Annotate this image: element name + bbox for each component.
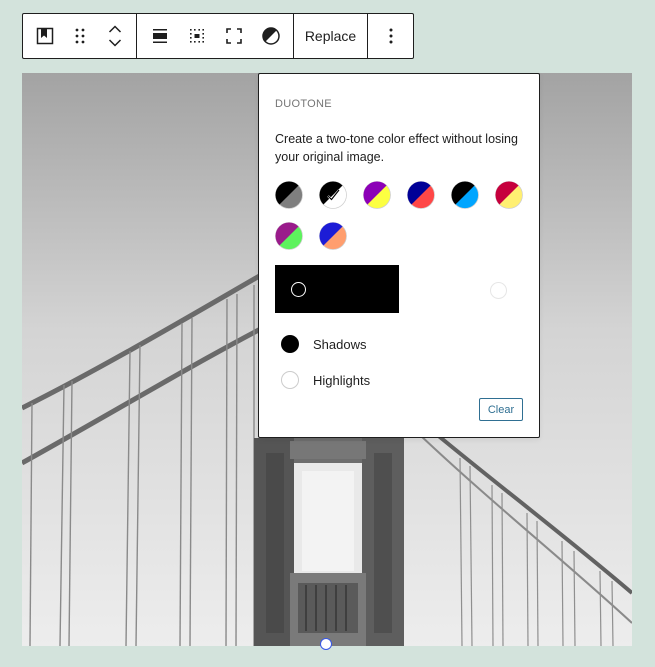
highlights-color-dot xyxy=(281,371,299,389)
toolbar-group-options xyxy=(367,14,413,58)
block-type-button[interactable] xyxy=(29,18,61,54)
duotone-swatch[interactable] xyxy=(275,181,303,209)
align-icon xyxy=(152,29,167,43)
highlight-stop-handle[interactable] xyxy=(490,282,507,299)
duotone-swatch[interactable] xyxy=(495,181,523,209)
move-buttons[interactable] xyxy=(99,18,131,54)
toolbar-group-replace: Replace xyxy=(293,14,367,58)
duotone-swatch-list xyxy=(275,181,527,250)
duotone-swatch[interactable] xyxy=(451,181,479,209)
width-icon xyxy=(189,29,204,43)
bookmark-icon xyxy=(36,27,53,45)
toolbar-group-block xyxy=(23,14,136,58)
fullscreen-icon xyxy=(225,28,242,44)
duotone-picker xyxy=(275,265,525,313)
popover-title: DUOTONE xyxy=(275,98,332,110)
shadows-color-dot xyxy=(281,335,299,353)
duotone-swatch[interactable] xyxy=(363,181,391,209)
duotone-swatch[interactable] xyxy=(275,222,303,250)
clear-button[interactable]: Clear xyxy=(479,398,523,421)
resize-handle[interactable] xyxy=(320,638,332,650)
shadows-label: Shadows xyxy=(313,336,367,352)
width-button[interactable] xyxy=(181,18,213,54)
drag-handle-button[interactable] xyxy=(64,18,96,54)
duotone-button[interactable] xyxy=(255,18,287,54)
duotone-swatch[interactable] xyxy=(407,181,435,209)
align-button[interactable] xyxy=(144,18,176,54)
duotone-swatch[interactable] xyxy=(319,181,347,209)
duotone-icon xyxy=(261,27,280,45)
duotone-gradient-bar[interactable] xyxy=(275,265,399,313)
fullscreen-button[interactable] xyxy=(218,18,250,54)
duotone-swatch[interactable] xyxy=(319,222,347,250)
move-down-icon[interactable] xyxy=(108,39,122,47)
highlights-label: Highlights xyxy=(313,372,371,388)
move-up-icon[interactable] xyxy=(108,25,122,33)
more-options-icon xyxy=(389,28,392,44)
toolbar-group-format xyxy=(136,14,293,58)
highlights-option[interactable]: Highlights xyxy=(281,371,370,389)
popover-description: Create a two-tone color effect without l… xyxy=(275,132,518,164)
shadows-option[interactable]: Shadows xyxy=(281,335,366,353)
duotone-popover: DUOTONE Create a two-tone color effect w… xyxy=(258,73,540,438)
replace-button[interactable]: Replace xyxy=(305,28,356,44)
block-toolbar: Replace xyxy=(22,13,414,59)
drag-handle-icon xyxy=(75,28,84,44)
more-options-button[interactable] xyxy=(375,18,407,54)
shadow-stop-handle[interactable] xyxy=(291,282,306,297)
